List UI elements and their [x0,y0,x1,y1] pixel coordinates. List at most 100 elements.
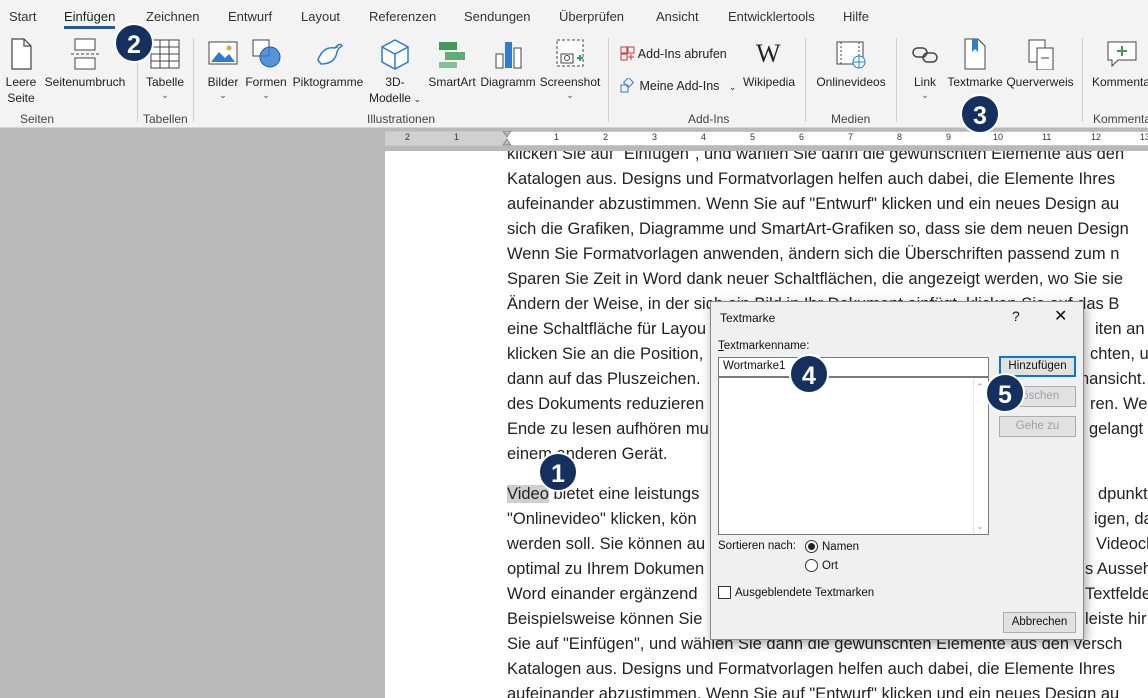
screenshot-button[interactable]: Screenshot ⌄ [539,38,601,100]
indent-marker-icon[interactable] [502,131,512,147]
doc-line-fragment: dpunkts. [1098,485,1148,503]
ruler-number: 5 [750,132,756,142]
piktogramme-button[interactable]: Piktogramme [291,38,365,90]
kommentar-button[interactable]: Kommenta [1092,38,1148,90]
tab-zeichnen[interactable]: Zeichnen [146,9,199,24]
chart-icon [495,42,522,69]
icons-icon [317,43,343,65]
doc-line-fragment: Textfelde [1085,585,1148,603]
ruler-margin [385,132,507,145]
group-separator [805,38,806,122]
ruler-number: 11 [1042,132,1052,142]
chevron-down-icon: ⌄ [921,90,929,100]
tab-ansicht[interactable]: Ansicht [656,9,699,24]
querverweis-button[interactable]: Querverweis [1005,38,1075,90]
callout-5: 5 [985,373,1025,413]
seitenumbruch-label: Seitenumbruch [44,75,126,89]
tab-entwurf[interactable]: Entwurf [228,9,272,24]
doc-line-fragment: s Ausseh [1085,560,1148,578]
doc-line: Sparen Sie Zeit in Word dank neuer Schal… [507,270,1124,288]
goto-button[interactable]: Gehe zu [999,416,1076,437]
meine-addins-button[interactable]: Meine Add-Ins ⌄ [620,76,737,93]
callout-1: 1 [538,452,578,492]
selected-word[interactable]: Video [507,485,549,503]
hidden-bookmarks-checkbox[interactable] [718,586,731,599]
wikipedia-button[interactable]: W Wikipedia [742,38,796,90]
smartart-label: SmartArt [428,75,476,89]
scroll-down-icon[interactable]: ⌄ [976,521,984,532]
chevron-down-icon: ⌄ [728,82,737,92]
tab-sendungen[interactable]: Sendungen [464,9,531,24]
scroll-up-icon[interactable]: ⌃ [976,382,984,393]
tab-referenzen[interactable]: Referenzen [369,9,436,24]
ruler-number: 10 [993,132,1004,142]
screenshot-label: Screenshot [539,75,601,89]
doc-line: klicken Sie an die Position, [507,345,704,363]
3d-modelle-label-2: Modelle [368,91,411,105]
doc-line-fragment: chten, u [1090,345,1148,363]
smartart-button[interactable]: SmartArt [426,38,478,90]
sort-by-name-radio[interactable] [805,540,818,553]
cube-icon [381,39,409,70]
leere-seite-button[interactable]: Leere Seite [4,38,38,106]
ruler-number: 8 [897,132,903,142]
tab-entwicklertools[interactable]: Entwicklertools [728,9,815,24]
ruler-number: 1 [454,132,460,142]
group-label-seiten: Seiten [20,112,55,126]
bookmark-name-input[interactable]: Wortmarke1 [718,357,989,377]
blank-page-icon [11,38,32,70]
cancel-button[interactable]: Abbrechen [1003,612,1076,633]
tab-einfuegen[interactable]: Einfügen [64,9,116,29]
ruler-number: 13 [1140,132,1148,142]
group-label-illustrationen: Illustrationen [367,112,436,126]
doc-line-fragment: leiste hir [1085,610,1147,628]
sort-label: Sortieren nach: [718,540,796,552]
doc-line: Katalogen aus. Designs und Formatvorlage… [507,170,1116,188]
help-button[interactable]: ? [1012,308,1020,324]
bilder-button[interactable]: Bilder ⌄ [205,38,241,100]
doc-line: Katalogen aus. Designs und Formatvorlage… [507,660,1116,678]
meine-addins-label: Meine Add-Ins [639,79,720,93]
horizontal-ruler[interactable]: 2 1 1 1 2 3 4 5 6 7 8 9 10 11 12 13 [385,131,1148,146]
svg-text:W: W [756,39,781,68]
picture-icon [208,41,238,65]
doc-line: Beispielsweise können Sie [507,610,703,628]
tab-hilfe[interactable]: Hilfe [843,9,869,24]
bookmark-icon [964,38,986,70]
formen-button[interactable]: Formen ⌄ [244,38,288,100]
group-label-medien: Medien [831,112,871,126]
doc-line: einem anderen Gerät. [507,445,668,463]
doc-line-fragment: ren. Wen [1090,395,1148,413]
doc-line-fragment: nansicht. S [1080,370,1148,388]
addins-abrufen-button[interactable]: Add-Ins abrufen [620,46,727,61]
callout-2: 2 [114,23,154,63]
hidden-bookmarks-label: Ausgeblendete Textmarken [735,587,875,599]
close-icon[interactable]: ✕ [1054,306,1067,326]
tab-layout[interactable]: Layout [301,9,340,24]
onlinevideos-button[interactable]: Onlinevideos [814,38,888,90]
textmarke-dialog[interactable]: Textmarke ? ✕ Textmarkenname: Wortmarke1… [710,301,1084,640]
3d-modelle-button[interactable]: 3D- Modelle ⌄ [367,38,423,107]
group-separator [896,38,897,122]
tab-start[interactable]: Start [9,9,36,24]
doc-line-fragment: igen, das [1094,510,1148,528]
list-scrollbar[interactable]: ⌃ ⌄ [973,378,988,534]
online-video-icon [836,41,866,69]
ruler-number: 1 [554,132,560,142]
link-button[interactable]: Link ⌄ [905,38,945,100]
doc-line: sich die Grafiken, Diagramme und SmartAr… [507,220,1129,238]
textmarke-button[interactable]: Textmarke [946,38,1004,90]
ruler-number: 12 [1091,132,1102,142]
sort-by-place-label: Ort [822,560,838,572]
tab-ueberpruefen[interactable]: Überprüfen [559,9,624,24]
wikipedia-label: Wikipedia [742,75,796,89]
ruler-number: 9 [946,132,952,142]
bilder-label: Bilder [207,75,239,89]
querverweis-label: Querverweis [1006,75,1074,89]
diagramm-button[interactable]: Diagramm [479,38,537,90]
comment-icon [1107,41,1137,68]
doc-line: werden soll. Sie können au [507,535,706,553]
doc-line: dann auf das Pluszeichen. [507,370,701,388]
sort-by-place-radio[interactable] [805,559,818,572]
bookmark-list[interactable]: ⌃ ⌄ [718,377,989,535]
